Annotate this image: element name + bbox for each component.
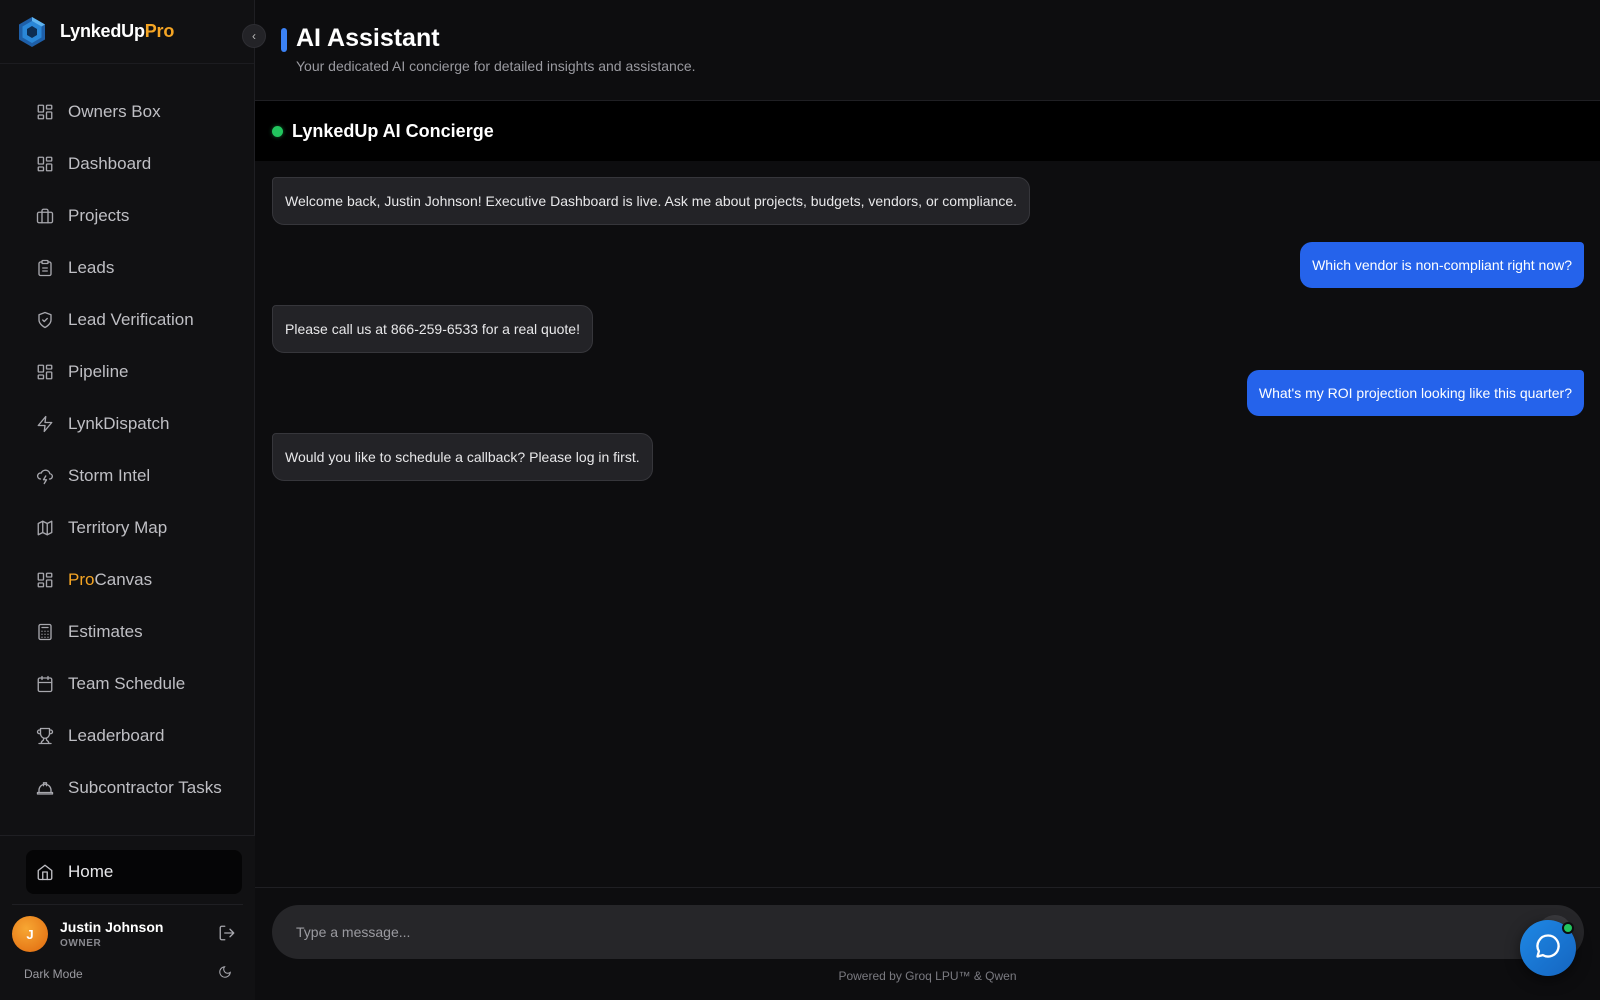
powered-by-text: Powered by Groq LPU™ & Qwen: [838, 969, 1017, 983]
chat-title: LynkedUp AI Concierge: [292, 120, 494, 141]
sidebar-item-estimates[interactable]: Estimates: [26, 606, 242, 658]
chevron-left-icon: ‹: [252, 29, 256, 43]
brand-name: LynkedUpPro: [60, 21, 175, 41]
user-message: What's my ROI projection looking like th…: [272, 370, 1584, 416]
sidebar-item-label: Projects: [68, 206, 130, 225]
sidebar-item-subcontractor-tasks[interactable]: Subcontractor Tasks: [26, 762, 242, 814]
bot-message: Welcome back, Justin Johnson! Executive …: [272, 177, 1584, 225]
sidebar-item-label: ProCanvas: [68, 570, 153, 589]
calculator-icon: [36, 623, 54, 641]
avatar: J: [12, 916, 48, 952]
lightning-icon: [36, 415, 54, 433]
sidebar-item-label: Lead Verification: [68, 310, 194, 329]
grid-icon: [36, 363, 54, 381]
chat-header: LynkedUp AI Concierge: [255, 101, 1600, 161]
user-name: Justin Johnson: [60, 919, 164, 935]
sidebar-item-label: Dashboard: [68, 154, 152, 173]
sidebar-item-home[interactable]: Home: [26, 850, 242, 894]
bot-message: Would you like to schedule a callback? P…: [272, 433, 1584, 481]
sidebar-item-lynkdispatch[interactable]: LynkDispatch: [26, 398, 242, 450]
online-status-dot: [272, 125, 283, 137]
grid-icon: [36, 155, 54, 173]
message-bubble: Which vendor is non-compliant right now?: [1300, 242, 1584, 288]
sidebar-item-lead-verification[interactable]: Lead Verification: [26, 294, 242, 346]
user-message: Which vendor is non-compliant right now?: [272, 242, 1584, 288]
main-content: AI Assistant Your dedicated AI concierge…: [255, 0, 1600, 1000]
message-list: Welcome back, Justin Johnson! Executive …: [255, 161, 1600, 887]
sidebar-item-label: Leaderboard: [68, 726, 165, 745]
sidebar-item-territory-map[interactable]: Territory Map: [26, 502, 242, 554]
sidebar-item-label: Territory Map: [68, 518, 168, 537]
sidebar-item-label: Home: [68, 862, 114, 881]
sidebar-item-leaderboard[interactable]: Leaderboard: [26, 710, 242, 762]
user-role: OWNER: [60, 938, 102, 949]
sidebar-item-team-schedule[interactable]: Team Schedule: [26, 658, 242, 710]
sidebar-item-label: Owners Box: [68, 102, 161, 121]
composer-area: Powered by Groq LPU™ & Qwen: [255, 887, 1600, 1000]
divider: [12, 904, 243, 905]
collapse-sidebar-button[interactable]: ‹: [242, 24, 266, 48]
page-title: AI Assistant: [296, 24, 440, 52]
chat-bubble-icon: [1534, 932, 1562, 965]
sidebar-nav: Owners Box Dashboard Projects Leads Lead…: [26, 86, 242, 834]
sidebar-item-pipeline[interactable]: Pipeline: [26, 346, 242, 398]
user-profile[interactable]: J Justin Johnson OWNER: [12, 914, 242, 954]
storm-cloud-icon: [36, 467, 54, 485]
sidebar-item-label: Leads: [68, 258, 115, 277]
message-bubble: What's my ROI projection looking like th…: [1246, 370, 1584, 416]
shield-check-icon: [36, 311, 54, 329]
dark-mode-toggle[interactable]: Dark Mode: [24, 964, 232, 984]
dark-mode-label: Dark Mode: [24, 967, 83, 981]
message-input[interactable]: [296, 924, 1496, 940]
message-bubble: Welcome back, Justin Johnson! Executive …: [272, 177, 1030, 225]
message-bubble: Please call us at 866-259-6533 for a rea…: [272, 305, 593, 353]
sidebar-item-projects[interactable]: Projects: [26, 190, 242, 242]
sidebar-item-owners-box[interactable]: Owners Box: [26, 86, 242, 138]
sidebar-item-label: Storm Intel: [68, 466, 151, 485]
sidebar-item-label: LynkDispatch: [68, 414, 170, 433]
hard-hat-icon: [36, 779, 54, 797]
clipboard-icon: [36, 259, 54, 277]
sidebar-item-label: Team Schedule: [68, 674, 186, 693]
trophy-icon: [36, 727, 54, 745]
sidebar-item-leads[interactable]: Leads: [26, 242, 242, 294]
message-bubble: Would you like to schedule a callback? P…: [272, 433, 653, 481]
briefcase-icon: [36, 207, 54, 225]
logo-icon: [16, 16, 48, 48]
map-icon: [36, 519, 54, 537]
moon-icon: [218, 965, 232, 984]
sidebar-item-storm-intel[interactable]: Storm Intel: [26, 450, 242, 502]
title-accent-bar: [281, 28, 287, 52]
online-status-dot: [1562, 922, 1574, 934]
bot-message: Please call us at 866-259-6533 for a rea…: [272, 305, 1584, 353]
grid-icon: [36, 571, 54, 589]
sidebar-item-procanvas[interactable]: ProCanvas: [26, 554, 242, 606]
grid-icon: [36, 103, 54, 121]
home-icon: [36, 863, 54, 881]
page-subtitle: Your dedicated AI concierge for detailed…: [296, 58, 696, 74]
calendar-icon: [36, 675, 54, 693]
sidebar: LynkedUpPro ‹ Owners Box Dashboard Proje…: [0, 0, 266, 1000]
sidebar-item-label: Subcontractor Tasks: [68, 778, 222, 797]
sidebar-footer: Home J Justin Johnson OWNER Dark Mode: [0, 835, 255, 1000]
logout-icon[interactable]: [218, 924, 236, 942]
chat-widget-button[interactable]: [1520, 920, 1576, 976]
message-composer: [272, 905, 1584, 959]
brand[interactable]: LynkedUpPro ‹: [0, 0, 266, 64]
page-header: AI Assistant Your dedicated AI concierge…: [255, 0, 1600, 101]
sidebar-item-dashboard[interactable]: Dashboard: [26, 138, 242, 190]
sidebar-item-label: Estimates: [68, 622, 143, 641]
sidebar-item-label: Pipeline: [68, 362, 129, 381]
